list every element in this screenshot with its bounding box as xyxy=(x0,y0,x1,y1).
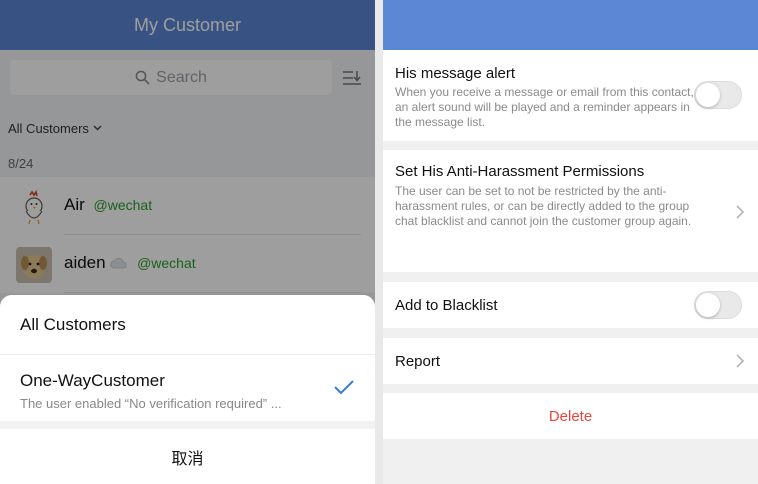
chevron-right-icon xyxy=(735,354,745,368)
delete-button[interactable]: Delete xyxy=(383,393,758,439)
cancel-button[interactable]: 取消 xyxy=(0,429,375,484)
toggle-knob xyxy=(696,83,720,107)
blacklist-row: Add to Blacklist xyxy=(383,282,758,328)
checkmark-icon xyxy=(333,379,355,400)
panel-divider xyxy=(375,0,383,484)
anti-harassment-description: The user can be set to not be restricted… xyxy=(395,184,692,228)
option-one-way-customer[interactable]: One-WayCustomer The user enabled “No ver… xyxy=(0,355,375,421)
message-alert-description: When you receive a message or email from… xyxy=(395,85,694,129)
blacklist-toggle[interactable] xyxy=(694,291,742,319)
filter-action-sheet: All Customers One-WayCustomer The user e… xyxy=(0,295,375,484)
message-alert-row: His message alert When you receive a mes… xyxy=(383,50,758,141)
anti-harassment-title: Set His Anti-Harassment Permissions xyxy=(395,163,645,180)
message-alert-title: His message alert xyxy=(395,65,516,82)
blacklist-title: Add to Blacklist xyxy=(395,297,498,314)
option-label: One-WayCustomer xyxy=(20,371,165,390)
option-description: The user enabled “No verification requir… xyxy=(20,396,282,411)
settings-header xyxy=(383,0,758,50)
customer-list-panel: My Customer Search All Customers 8/24 Ai… xyxy=(0,0,375,484)
anti-harassment-row[interactable]: Set His Anti-Harassment Permissions The … xyxy=(383,150,758,272)
message-alert-toggle[interactable] xyxy=(694,81,742,109)
report-row[interactable]: Report xyxy=(383,338,758,384)
screen: My Customer Search All Customers 8/24 Ai… xyxy=(0,0,758,484)
toggle-knob xyxy=(696,293,720,317)
option-label: All Customers xyxy=(20,314,126,334)
report-title: Report xyxy=(395,353,441,370)
option-all-customers[interactable]: All Customers xyxy=(0,295,375,355)
chevron-right-icon xyxy=(735,205,745,219)
